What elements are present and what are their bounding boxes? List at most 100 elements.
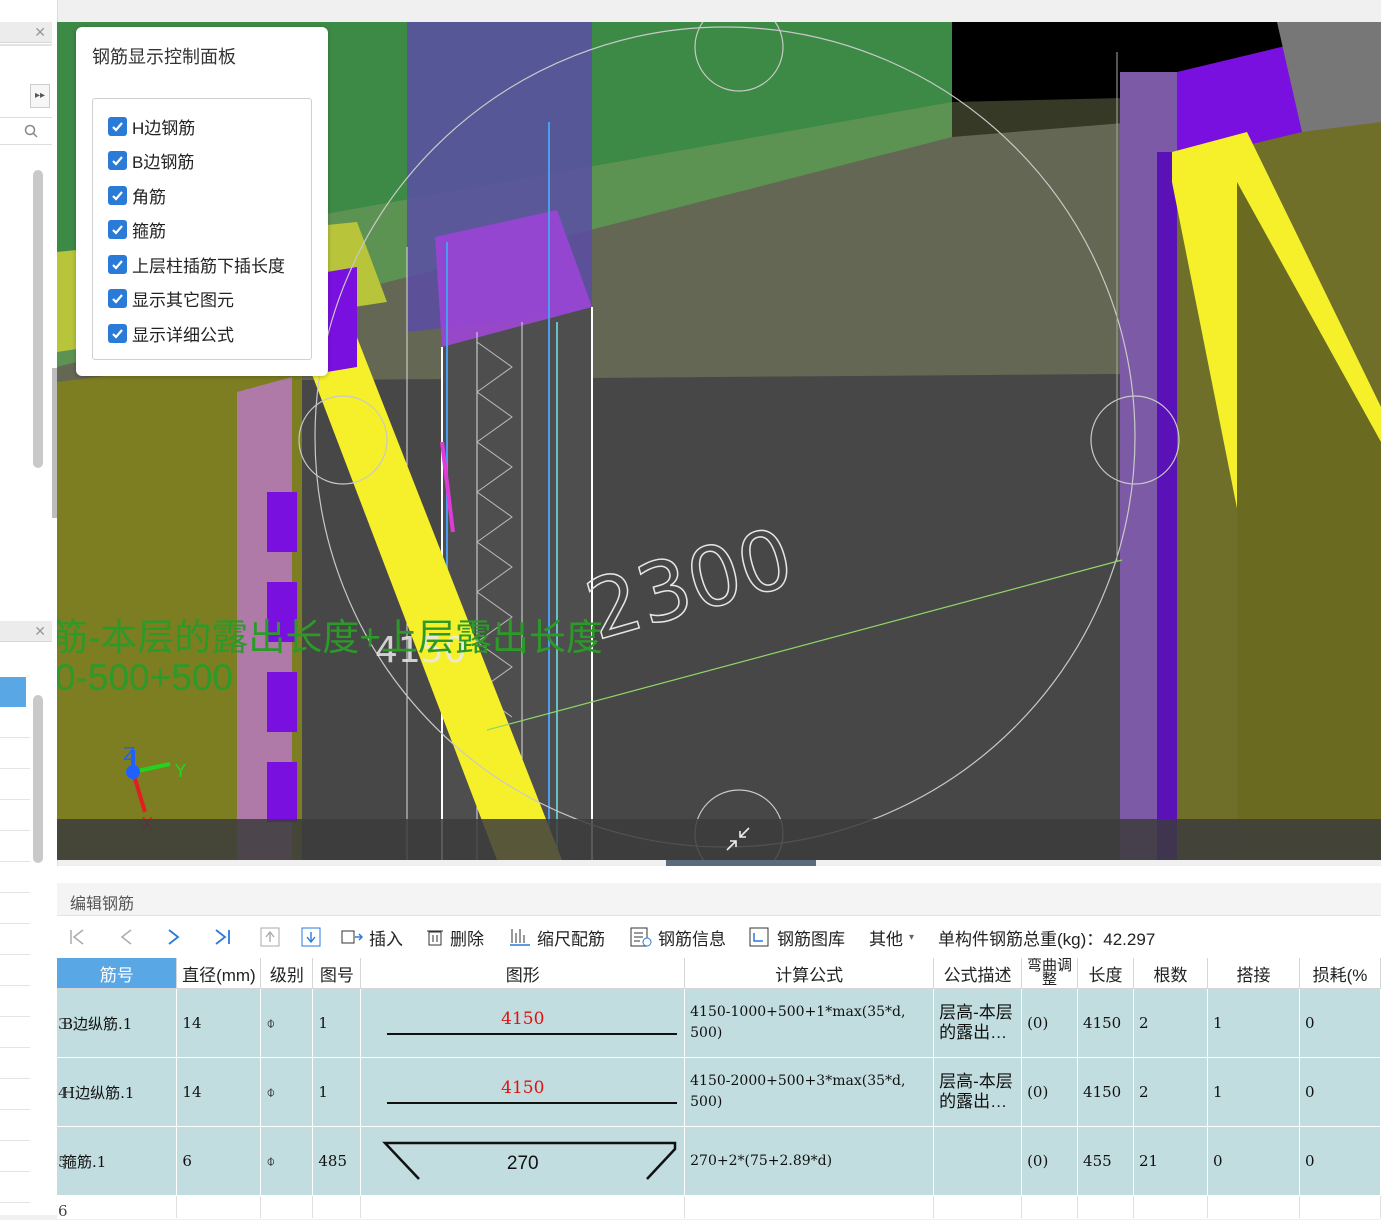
checkbox-checked[interactable]: [108, 254, 127, 274]
table-row[interactable]: 箍筋.1 6 ⌽ 485 270 270+2*(75+2.89*d) (0) 4…: [57, 1126, 1381, 1196]
cell-formula-desc[interactable]: 层高-本层 的露出…: [933, 988, 1023, 1058]
rebar-info-button[interactable]: 钢筋信息: [630, 920, 726, 954]
col-rebar-number[interactable]: 筋号: [57, 958, 178, 989]
shape-length-value: 270: [506, 1153, 539, 1174]
left-selected-row[interactable]: [0, 677, 26, 707]
cell-name[interactable]: B边纵筋.1: [57, 988, 178, 1058]
prev-record-icon[interactable]: [119, 920, 133, 954]
axis-y-label: Y: [174, 761, 187, 782]
close-icon[interactable]: ✕: [34, 22, 46, 42]
cell-grade[interactable]: ⌽: [260, 1126, 314, 1196]
option-b-edge-rebar[interactable]: B边钢筋: [108, 148, 194, 172]
expand-arrows-icon[interactable]: ▸▸: [30, 84, 50, 108]
insert-button[interactable]: 插入: [341, 920, 403, 954]
other-menu-button[interactable]: 其他 ▾: [869, 920, 914, 954]
cell-loss[interactable]: 0: [1299, 988, 1381, 1058]
row-number: 6: [58, 1202, 68, 1220]
collapse-icon[interactable]: [725, 826, 751, 852]
left-scrollbar-bottom[interactable]: [33, 695, 43, 863]
library-icon: [749, 927, 771, 947]
option-corner-rebar[interactable]: 角筋: [108, 183, 166, 207]
edit-rebar-panel: 编辑钢筋 插入 删除 缩尺配筋 钢筋信息 钢筋图库 其他 ▾ 单构件钢筋总重(k…: [57, 866, 1381, 1219]
move-up-icon[interactable]: [260, 920, 280, 954]
cell-diameter[interactable]: 6: [176, 1126, 262, 1196]
panel-title: 钢筋显示控制面板: [92, 47, 236, 67]
option-stirrup[interactable]: 箍筋: [108, 217, 166, 241]
col-count[interactable]: 根数: [1133, 958, 1208, 989]
col-lap[interactable]: 搭接: [1207, 958, 1300, 989]
cell-length[interactable]: 4150: [1077, 1057, 1135, 1127]
cell-lap[interactable]: 0: [1207, 1126, 1300, 1196]
cell-shape[interactable]: 270: [360, 1126, 686, 1196]
table-row[interactable]: B边纵筋.1 14 ⌽ 1 4150 4150-1000+500+1*max(3…: [57, 988, 1381, 1058]
option-show-other-elements[interactable]: 显示其它图元: [108, 286, 234, 310]
cell-loss[interactable]: 0: [1299, 1126, 1381, 1196]
option-upper-dowel-length[interactable]: 上层柱插筋下插长度: [108, 252, 285, 276]
cell-loss[interactable]: 0: [1299, 1057, 1381, 1127]
cell-name[interactable]: H边纵筋.1: [57, 1057, 178, 1127]
last-record-icon[interactable]: [214, 920, 232, 954]
option-list: H边钢筋 B边钢筋 角筋 箍筋 上层柱插筋下插长度 显示其它图元 显示详细公式: [92, 98, 312, 360]
cell-length[interactable]: 455: [1077, 1126, 1135, 1196]
checkbox-checked[interactable]: [108, 323, 127, 343]
delete-icon: [426, 927, 444, 947]
option-show-detailed-formula[interactable]: 显示详细公式: [108, 321, 234, 345]
chevron-down-icon: ▾: [909, 931, 915, 943]
rebar-library-button[interactable]: 钢筋图库: [749, 920, 845, 954]
col-grade[interactable]: 级别: [260, 958, 314, 989]
cell-length[interactable]: 4150: [1077, 988, 1135, 1058]
next-record-icon[interactable]: [167, 920, 181, 954]
col-loss[interactable]: 损耗(%: [1299, 958, 1381, 989]
checkbox-checked[interactable]: [108, 150, 127, 170]
checkbox-checked[interactable]: [108, 219, 127, 239]
first-record-icon[interactable]: [69, 920, 85, 954]
cell-formula[interactable]: 4150-2000+500+3*max(35*d, 500): [684, 1057, 935, 1127]
left-search-box[interactable]: [0, 117, 52, 145]
col-figure-number[interactable]: 图号: [312, 958, 362, 989]
left-scrollbar-top[interactable]: [33, 170, 43, 468]
col-bend-adjust[interactable]: 弯曲调整: [1021, 958, 1079, 989]
table-row[interactable]: H边纵筋.1 14 ⌽ 1 4150 4150-2000+500+3*max(3…: [57, 1057, 1381, 1127]
cell-formula-desc[interactable]: 层高-本层 的露出…: [933, 1057, 1023, 1127]
cell-bend[interactable]: (0): [1021, 1057, 1079, 1127]
col-length[interactable]: 长度: [1077, 958, 1135, 989]
col-formula[interactable]: 计算公式: [684, 958, 935, 989]
cell-shape[interactable]: 4150: [360, 1057, 686, 1127]
formula-overlay-line2: 0-500+500: [57, 657, 233, 698]
straight-bar-shape: [387, 1033, 678, 1035]
search-icon[interactable]: [24, 124, 38, 138]
cell-shape[interactable]: 4150: [360, 988, 686, 1058]
cell-formula-desc[interactable]: [933, 1126, 1023, 1196]
option-h-edge-rebar[interactable]: H边钢筋: [108, 114, 195, 138]
table-row-empty[interactable]: [57, 1195, 1381, 1219]
checkbox-checked[interactable]: [108, 185, 127, 205]
total-weight-readout: 单构件钢筋总重(kg)：42.297: [938, 929, 1156, 949]
cell-grade[interactable]: ⌽: [260, 988, 314, 1058]
cell-figure-number[interactable]: 485: [312, 1126, 362, 1196]
cell-figure-number[interactable]: 1: [312, 1057, 362, 1127]
cell-formula[interactable]: 270+2*(75+2.89*d): [684, 1126, 935, 1196]
scale-rebar-button[interactable]: 缩尺配筋: [509, 920, 605, 954]
checkbox-checked[interactable]: [108, 288, 127, 308]
cell-count[interactable]: 21: [1133, 1126, 1208, 1196]
delete-button[interactable]: 删除: [426, 920, 484, 954]
cell-bend[interactable]: (0): [1021, 1126, 1079, 1196]
cell-figure-number[interactable]: 1: [312, 988, 362, 1058]
cell-lap[interactable]: 1: [1207, 1057, 1300, 1127]
cell-diameter[interactable]: 14: [176, 988, 262, 1058]
col-diameter[interactable]: 直径(mm): [176, 958, 262, 989]
cell-diameter[interactable]: 14: [176, 1057, 262, 1127]
cell-grade[interactable]: ⌽: [260, 1057, 314, 1127]
close-icon[interactable]: ✕: [34, 621, 46, 641]
cell-lap[interactable]: 1: [1207, 988, 1300, 1058]
col-formula-desc[interactable]: 公式描述: [933, 958, 1023, 989]
cell-formula[interactable]: 4150-1000+500+1*max(35*d, 500): [684, 988, 935, 1058]
cell-count[interactable]: 2: [1133, 1057, 1208, 1127]
row-number: 4: [58, 1084, 68, 1102]
checkbox-checked[interactable]: [108, 116, 127, 136]
cell-count[interactable]: 2: [1133, 988, 1208, 1058]
cell-bend[interactable]: (0): [1021, 988, 1079, 1058]
col-shape[interactable]: 图形: [360, 958, 686, 989]
cell-name[interactable]: 箍筋.1: [57, 1126, 178, 1196]
move-down-icon[interactable]: [301, 920, 321, 954]
